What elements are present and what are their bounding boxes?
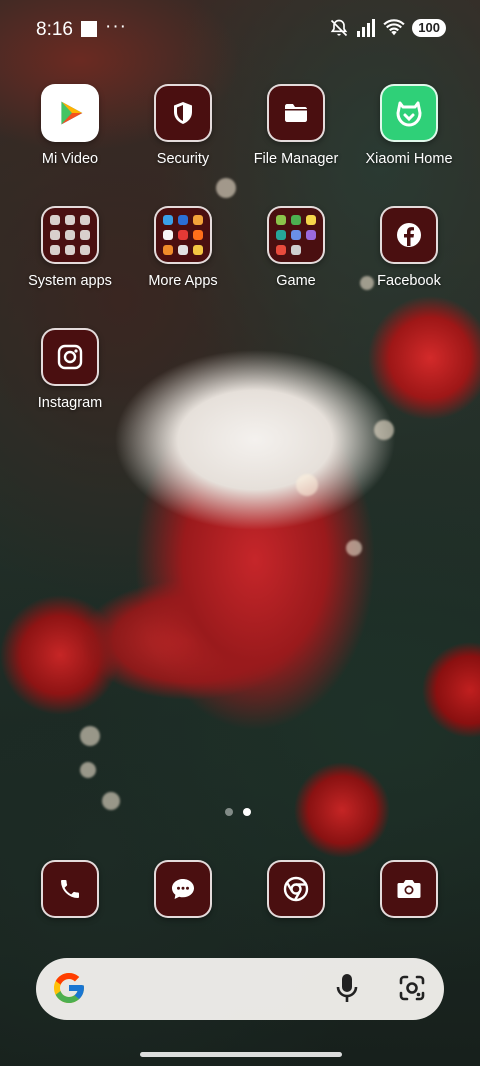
app-label: More Apps: [148, 273, 218, 289]
overflow-indicator: ···: [105, 16, 127, 37]
mi-home-icon: [380, 84, 438, 142]
page-indicator: [225, 808, 251, 816]
app-label: File Manager: [253, 151, 339, 167]
camera-icon: [380, 860, 438, 918]
app-label: Facebook: [377, 273, 441, 289]
page-dot[interactable]: [225, 808, 233, 816]
instagram-icon: [41, 328, 99, 386]
mic-icon[interactable]: [336, 973, 358, 1003]
app-file-manager[interactable]: File Manager: [241, 84, 351, 167]
google-search-bar[interactable]: [36, 958, 444, 1020]
app-security[interactable]: Security: [128, 84, 238, 167]
facebook-icon: [380, 206, 438, 264]
app-label: Game: [276, 273, 316, 289]
page-dot-active[interactable]: [243, 808, 251, 816]
lens-icon[interactable]: [398, 974, 426, 1002]
gesture-navigation-bar[interactable]: [140, 1052, 342, 1057]
app-facebook[interactable]: Facebook: [354, 206, 464, 289]
dock-phone[interactable]: [15, 860, 125, 918]
app-label: Mi Video: [41, 151, 99, 167]
folder-more-apps[interactable]: More Apps: [128, 206, 238, 289]
app-instagram[interactable]: Instagram: [15, 328, 125, 411]
phone-icon: [41, 860, 99, 918]
folder-icon: [267, 84, 325, 142]
app-mi-video[interactable]: Mi Video: [15, 84, 125, 167]
app-label: System apps: [28, 273, 112, 289]
battery-icon: 100: [412, 19, 446, 37]
app-xiaomi-home[interactable]: Xiaomi Home: [354, 84, 464, 167]
folder-grid-icon: [267, 206, 325, 264]
mi-video-icon: [41, 84, 99, 142]
status-time: 8:16: [36, 19, 73, 40]
mute-icon: [331, 19, 348, 37]
dock-camera[interactable]: [354, 860, 464, 918]
notification-square-icon: [81, 21, 97, 37]
dock-chrome[interactable]: [241, 860, 351, 918]
app-label: Instagram: [37, 395, 103, 411]
chrome-icon: [267, 860, 325, 918]
message-icon: [154, 860, 212, 918]
status-bar: 8:16 ··· 100: [0, 0, 480, 60]
app-label: Xiaomi Home: [365, 151, 453, 167]
folder-system-apps[interactable]: System apps: [15, 206, 125, 289]
wifi-icon: [383, 19, 405, 36]
dock-messages[interactable]: [128, 860, 238, 918]
google-g-icon: [54, 973, 84, 1003]
folder-grid-icon: [41, 206, 99, 264]
app-label: Security: [156, 151, 210, 167]
folder-game[interactable]: Game: [241, 206, 351, 289]
shield-icon: [154, 84, 212, 142]
signal-icon: [357, 19, 376, 37]
folder-grid-icon: [154, 206, 212, 264]
